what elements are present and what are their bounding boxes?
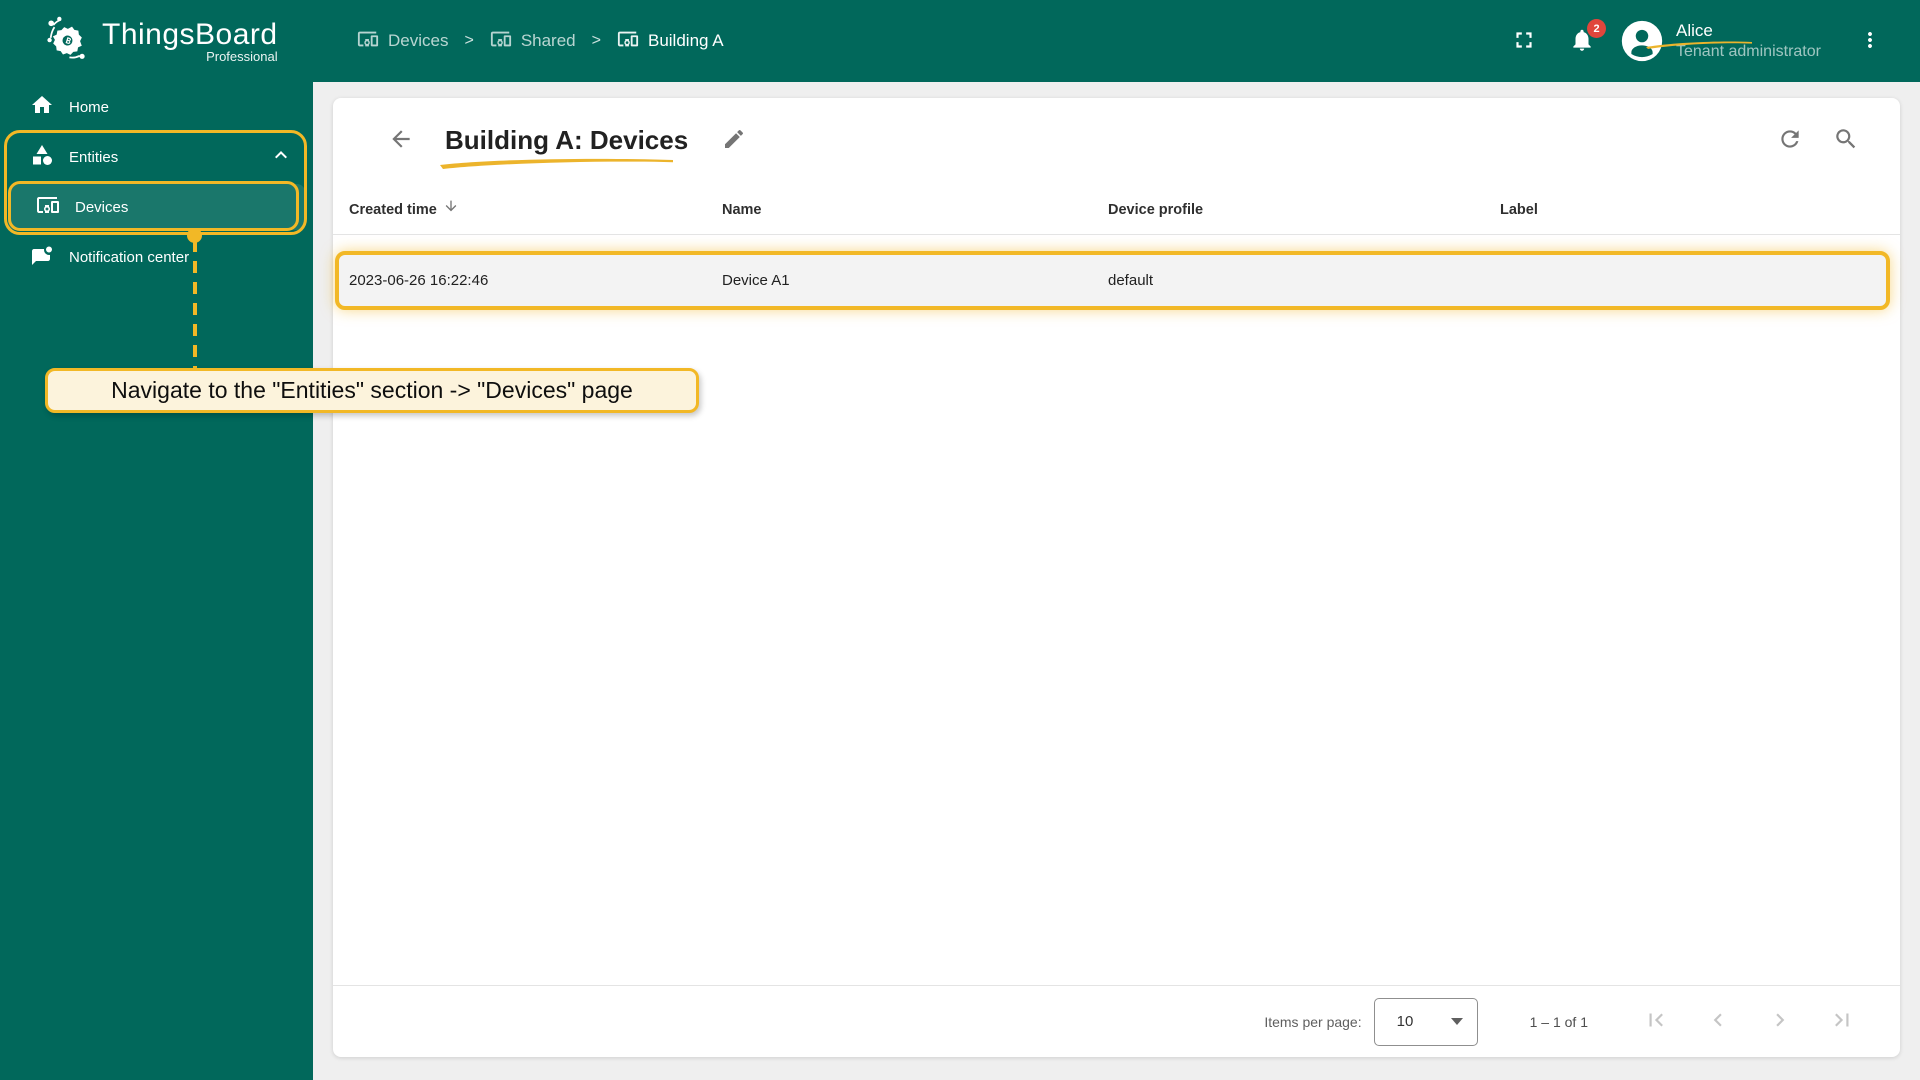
- entities-icon: [30, 143, 54, 171]
- arrow-back-icon: [388, 126, 414, 155]
- items-per-page-label: Items per page:: [1264, 1013, 1362, 1030]
- refresh-icon: [1777, 126, 1803, 155]
- breadcrumb-item-devices[interactable]: Devices: [357, 28, 448, 55]
- logo-title: ThingsBoard: [102, 17, 278, 51]
- notification-center-icon: [30, 243, 54, 271]
- refresh-button[interactable]: [1770, 120, 1810, 160]
- thingsboard-logo[interactable]: ThingsBoard Professional: [0, 13, 313, 70]
- page-title-underline-annotation: [440, 158, 673, 169]
- main-content: Building A: Devices Created time Name De…: [313, 82, 1920, 1080]
- fullscreen-icon: [1511, 27, 1537, 56]
- breadcrumb-separator: >: [464, 32, 474, 49]
- cell-name: Device A1: [722, 272, 790, 289]
- sort-descending-icon: [443, 185, 459, 235]
- chevron-left-icon: [1705, 1007, 1731, 1036]
- app-window: ThingsBoard Professional Devices > Share…: [0, 0, 1920, 1080]
- sidebar-item-entities[interactable]: Entities: [0, 132, 313, 182]
- sidebar-item-notification-center[interactable]: Notification center: [0, 232, 313, 282]
- first-page-button[interactable]: [1632, 1002, 1680, 1042]
- notifications-button[interactable]: 2: [1562, 19, 1606, 61]
- table-header-row: Created time Name Device profile Label: [333, 185, 1900, 235]
- search-button[interactable]: [1826, 120, 1866, 160]
- breadcrumb: Devices > Shared > Building A: [357, 28, 724, 55]
- search-icon: [1833, 126, 1859, 155]
- chevron-right-icon: [1767, 1007, 1793, 1036]
- back-button[interactable]: [381, 120, 421, 160]
- pencil-icon: [722, 127, 746, 154]
- page-title: Building A: Devices: [440, 125, 688, 169]
- more-menu-button[interactable]: [1850, 21, 1890, 61]
- user-info[interactable]: Alice Tenant administrator: [1646, 21, 1836, 62]
- table-row-device-a1[interactable]: 2023-06-26 16:22:46 Device A1 default: [335, 251, 1890, 310]
- sidebar-item-devices[interactable]: Devices: [8, 184, 305, 230]
- sidebar-item-home[interactable]: Home: [0, 82, 313, 132]
- cell-created-time: 2023-06-26 16:22:46: [349, 272, 489, 289]
- devices-icon: [357, 28, 379, 55]
- column-header-created-time[interactable]: Created time: [349, 185, 459, 235]
- pagination-controls: [1632, 1002, 1866, 1042]
- top-header: ThingsBoard Professional Devices > Share…: [0, 0, 1920, 82]
- dropdown-caret-icon: [1450, 1018, 1463, 1025]
- items-per-page-select[interactable]: 10: [1373, 997, 1478, 1046]
- thingsboard-logo-icon: [42, 13, 94, 70]
- breadcrumb-item-shared[interactable]: Shared: [490, 28, 576, 55]
- home-icon: [30, 93, 54, 121]
- table-footer: Items per page: 10 1 – 1 of 1: [333, 985, 1900, 1057]
- breadcrumb-separator: >: [591, 32, 601, 49]
- breadcrumb-item-building-a[interactable]: Building A: [617, 28, 724, 55]
- fullscreen-button[interactable]: [1504, 21, 1544, 61]
- next-page-button[interactable]: [1756, 1002, 1804, 1042]
- pagination-range-label: 1 – 1 of 1: [1529, 1013, 1588, 1030]
- devices-icon: [490, 28, 512, 55]
- cell-device-profile: default: [1108, 272, 1154, 289]
- devices-icon: [36, 193, 60, 221]
- previous-page-button[interactable]: [1694, 1002, 1742, 1042]
- sidebar: Home Entities Devices Notification cente…: [0, 82, 313, 1080]
- first-page-icon: [1643, 1007, 1669, 1036]
- devices-icon: [617, 28, 639, 55]
- header-actions: 2 Alice Tenant administrator: [1504, 19, 1920, 63]
- card-toolbar: Building A: Devices: [333, 98, 1900, 182]
- notification-badge: 2: [1587, 19, 1606, 38]
- kebab-menu-icon: [1858, 28, 1882, 55]
- last-page-icon: [1829, 1007, 1855, 1036]
- last-page-button[interactable]: [1818, 1002, 1866, 1042]
- logo-subtitle: Professional: [206, 48, 278, 64]
- devices-card: Building A: Devices Created time Name De…: [333, 98, 1900, 1057]
- user-name-underline-annotation: [1646, 41, 1752, 49]
- column-header-device-profile[interactable]: Device profile: [1108, 185, 1203, 235]
- chevron-up-icon: [269, 143, 293, 171]
- column-header-label[interactable]: Label: [1500, 185, 1538, 235]
- edit-title-button[interactable]: [714, 120, 754, 160]
- column-header-name[interactable]: Name: [722, 185, 762, 235]
- user-name: Alice: [1646, 21, 1752, 49]
